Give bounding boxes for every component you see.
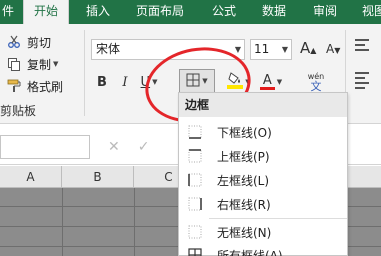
menu-item-label: 上框线(P): [217, 149, 270, 164]
right-border-icon: [188, 197, 202, 211]
caret-down-icon: ▼: [334, 46, 341, 55]
format-painter-label: 格式刷: [27, 79, 64, 94]
scissors-icon: [6, 34, 22, 50]
column-header-b[interactable]: B: [62, 166, 134, 188]
menu-item-right-border[interactable]: 右框线(R): [179, 192, 347, 216]
font-color-glyph: A: [262, 73, 272, 88]
copy-label: 复制: [27, 57, 52, 72]
copy-icon: [6, 56, 22, 72]
group-divider: [84, 30, 85, 116]
font-color-icon: A: [259, 73, 275, 90]
tab-insert[interactable]: 插入: [86, 0, 110, 24]
menu-item-all-borders[interactable]: 所有框线(A): [179, 243, 347, 256]
formula-controls: ✕ ✓: [96, 135, 176, 159]
column-header-a[interactable]: A: [0, 166, 62, 188]
font-size-select[interactable]: 11 ▼: [250, 39, 292, 60]
caret-up-icon: ▲: [310, 46, 317, 55]
all-borders-icon: [188, 248, 202, 256]
menu-item-label: 下框线(O): [217, 125, 272, 140]
top-border-icon: [188, 149, 202, 163]
menu-item-label: 无框线(N): [217, 225, 272, 240]
tab-file[interactable]: 件: [2, 0, 14, 24]
menu-item-left-border[interactable]: 左框线(L): [179, 168, 347, 192]
borders-menu-title: 边框: [179, 93, 347, 117]
format-painter-icon: [6, 78, 22, 94]
shrink-font-glyph: A: [326, 42, 335, 56]
decrease-font-size-button[interactable]: A▼: [326, 42, 340, 56]
menu-item-bottom-border[interactable]: 下框线(O): [179, 120, 347, 144]
cut-label: 剪切: [27, 35, 52, 50]
phonetic-guide-button[interactable]: wén 文: [298, 71, 334, 93]
tab-view[interactable]: 视图: [362, 0, 381, 24]
font-color-button[interactable]: A ▼: [256, 71, 286, 93]
copy-button[interactable]: 复制 ▼: [6, 54, 58, 74]
bold-button[interactable]: B: [94, 71, 110, 93]
italic-button[interactable]: I: [117, 71, 133, 93]
format-painter-button[interactable]: 格式刷: [6, 76, 63, 96]
increase-font-size-button[interactable]: A▲: [300, 39, 316, 57]
tab-review[interactable]: 审阅: [313, 0, 337, 24]
font-name-value: 宋体: [96, 42, 121, 56]
confirm-entry-button[interactable]: ✓: [138, 139, 150, 155]
chevron-down-icon[interactable]: ▼: [53, 60, 58, 68]
chevron-down-icon: ▼: [281, 45, 288, 54]
chevron-down-icon: ▼: [276, 78, 283, 86]
bottom-border-icon: [188, 125, 202, 139]
name-box[interactable]: [0, 135, 90, 159]
menu-item-no-border[interactable]: 无框线(N): [179, 220, 347, 244]
tab-home[interactable]: 开始: [23, 0, 69, 24]
cancel-entry-button[interactable]: ✕: [108, 139, 120, 155]
ribbon-tab-bar: 件 开始 插入 页面布局 公式 数据 审阅 视图: [0, 0, 381, 24]
menu-item-label: 右框线(R): [217, 197, 271, 212]
phonetic-bottom: 文: [310, 80, 322, 93]
menu-item-label: 左框线(L): [217, 173, 270, 188]
cut-button[interactable]: 剪切: [6, 32, 51, 52]
menu-item-label: 所有框线(A): [217, 248, 283, 256]
no-border-icon: [188, 225, 202, 239]
borders-dropdown-menu: 边框 下框线(O) 上框线(P) 左框线(L) 右框线(R) 无框线(N) 所有…: [178, 92, 348, 256]
clipboard-group-label: 剪贴板: [0, 104, 37, 118]
menu-separator: [209, 218, 347, 219]
tab-page-layout[interactable]: 页面布局: [136, 0, 184, 24]
font-size-value: 11: [254, 42, 270, 56]
tab-data[interactable]: 数据: [262, 0, 286, 24]
grow-font-glyph: A: [300, 39, 311, 57]
menu-item-top-border[interactable]: 上框线(P): [179, 144, 347, 168]
tab-formulas[interactable]: 公式: [212, 0, 236, 24]
left-border-icon: [188, 173, 202, 187]
